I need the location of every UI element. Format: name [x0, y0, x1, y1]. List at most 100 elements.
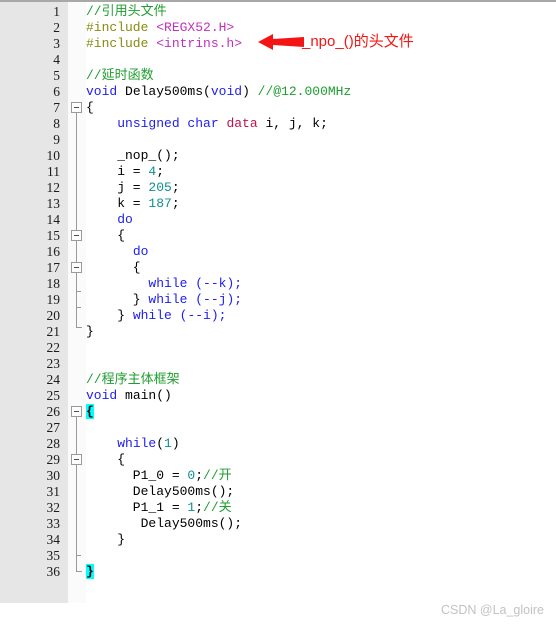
code-line[interactable]: { [86, 260, 141, 276]
line-number: 17 [46, 260, 61, 275]
code-line[interactable]: i = 4; [86, 164, 164, 180]
line-number: 7 [53, 100, 60, 115]
code-token: 1 [164, 436, 172, 451]
line-number: 1 [53, 4, 60, 19]
line-number: 33 [46, 516, 61, 531]
line-number: 35 [46, 548, 61, 563]
code-line[interactable]: //延时函数 [86, 68, 154, 84]
code-token: #include [86, 36, 157, 51]
annotation-label: _npo_()的头文件 [302, 33, 414, 50]
line-number: 12 [46, 180, 61, 195]
code-line[interactable]: } while (--j); [86, 292, 242, 308]
code-line[interactable]: { [86, 100, 94, 116]
line-number: 13 [46, 196, 61, 211]
code-line[interactable]: { [86, 228, 125, 244]
code-line[interactable]: do [86, 212, 133, 228]
fold-collapse-box-icon[interactable] [71, 454, 82, 465]
code-token: { [86, 452, 126, 467]
line-number: 28 [46, 436, 61, 451]
code-token: i, j, k; [257, 116, 328, 131]
code-token: } [86, 308, 133, 323]
code-token: Delay500ms(); [86, 516, 243, 531]
code-content-area[interactable]: //引用头文件 #include <REGX52.H> #include <intr… [86, 2, 556, 603]
code-line[interactable]: { [86, 404, 94, 420]
code-token: while [117, 436, 157, 451]
code-line[interactable]: //引用头文件 [86, 4, 167, 20]
code-line[interactable]: while(1) [86, 436, 180, 452]
code-token: Delay500ms( [117, 84, 211, 99]
line-number-gutter: 1 2 3 4 5 6 7 8 9 10 11 12 13 14 15 16 17 18 19 20 21 22 23 24 2… [0, 2, 68, 603]
code-line[interactable]: P1_1 = 1;//关 [86, 500, 232, 516]
line-number: 3 [53, 36, 60, 51]
code-line[interactable]: void Delay500ms(void) //@12.000MHz [86, 84, 351, 100]
code-line[interactable]: Delay500ms(); [86, 484, 234, 500]
code-line[interactable]: P1_0 = 0;//开 [86, 468, 232, 484]
code-token: ; [195, 500, 204, 515]
fold-guide-line [76, 113, 77, 327]
line-number: 15 [46, 228, 61, 243]
line-number: 19 [46, 292, 61, 307]
code-line[interactable]: } [86, 324, 94, 340]
code-token: ; [156, 164, 165, 179]
line-number: 30 [46, 468, 61, 483]
code-token: P1_1 = [86, 500, 188, 515]
code-token: { [86, 404, 94, 419]
code-line[interactable]: while (--k); [86, 276, 242, 292]
code-token: while [132, 308, 172, 323]
fold-collapse-box-icon[interactable] [71, 230, 82, 241]
fold-branch-tick [76, 291, 81, 292]
fold-collapse-box-icon[interactable] [71, 102, 82, 113]
code-editor[interactable]: 1 2 3 4 5 6 7 8 9 10 11 12 13 14 15 16 17 18 19 20 21 22 23 24 2… [0, 0, 556, 625]
code-line[interactable]: unsigned char data i, j, k; [86, 116, 328, 132]
line-number: 4 [53, 52, 60, 67]
code-token: { [86, 228, 126, 243]
code-fold-margin[interactable] [68, 2, 86, 603]
fold-collapse-box-icon[interactable] [71, 406, 82, 417]
code-line[interactable]: do [86, 244, 149, 260]
line-number: 18 [46, 276, 61, 291]
line-number: 29 [46, 452, 61, 467]
code-line[interactable]: Delay500ms(); [86, 516, 242, 532]
line-number: 16 [46, 244, 61, 259]
code-line[interactable]: #include <intrins.h> [86, 36, 242, 52]
line-number: 2 [53, 20, 60, 35]
code-token: } [86, 324, 94, 339]
line-number: 10 [46, 148, 61, 163]
line-number: 20 [46, 308, 61, 323]
fold-branch-tick [76, 555, 81, 556]
code-line[interactable]: void main() [86, 388, 172, 404]
code-line[interactable]: { [86, 452, 125, 468]
code-token: 205 [148, 180, 172, 195]
code-token: //延时函数 [86, 68, 154, 83]
code-line[interactable]: #include <REGX52.H> [86, 20, 234, 36]
code-token: ) [171, 436, 180, 451]
fold-end-marker [76, 571, 82, 572]
code-token: (--k); [195, 276, 243, 291]
fold-guide-line [76, 273, 77, 291]
code-token: ; [195, 468, 204, 483]
line-number: 24 [46, 372, 61, 387]
code-token: <intrins.h> [156, 36, 243, 51]
code-line[interactable]: //程序主体框架 [86, 372, 180, 388]
code-token: } [86, 532, 126, 547]
code-line[interactable]: } while (--i); [86, 308, 226, 324]
code-line[interactable]: } [86, 564, 94, 580]
code-line[interactable]: _nop_(); [86, 148, 180, 164]
code-token: _nop_(); [86, 148, 180, 163]
fold-collapse-box-icon[interactable] [71, 262, 82, 273]
code-token: //关 [203, 500, 232, 515]
code-token: void [86, 388, 118, 403]
code-line[interactable]: k = 187; [86, 196, 179, 212]
code-token: data [226, 116, 258, 131]
code-line[interactable]: j = 205; [86, 180, 179, 196]
code-token: #include [86, 20, 157, 35]
line-number: 5 [53, 68, 60, 83]
code-token: ) [242, 84, 258, 99]
code-token: j = [86, 180, 149, 195]
code-line[interactable]: } [86, 532, 125, 548]
